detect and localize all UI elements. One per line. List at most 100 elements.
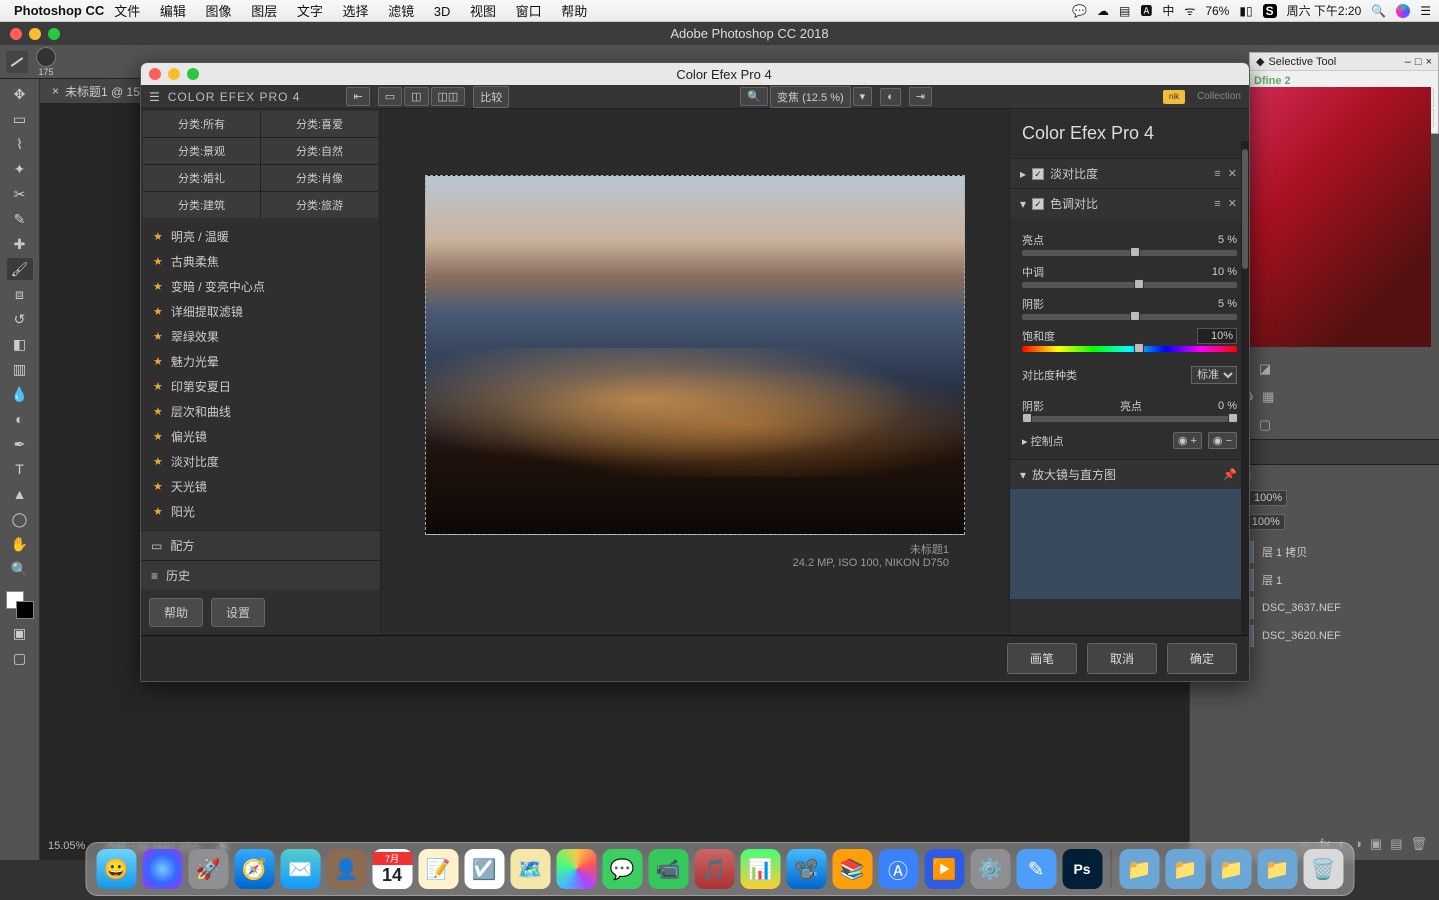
status-s-icon[interactable]: S [1263,4,1277,18]
menu-list-icon[interactable]: ☰ [1420,4,1431,18]
compare-button[interactable]: 比较 [473,86,509,108]
filter-item[interactable]: ★层次和曲线 [141,399,380,424]
star-icon[interactable]: ★ [153,405,163,418]
dock-launchpad[interactable]: 🚀 [188,849,228,889]
history-brush-tool[interactable]: ↺ [7,308,33,330]
type-tool[interactable]: T [7,458,33,480]
lasso-tool[interactable]: ⌇ [7,133,33,155]
hand-tool[interactable]: ✋ [7,533,33,555]
sync-icon[interactable]: ☁ [1097,4,1109,18]
fill-value[interactable]: 100% [1247,514,1285,530]
spotlight-icon[interactable]: 🔍 [1371,4,1386,18]
star-icon[interactable]: ★ [153,480,163,493]
dock-player[interactable]: ▶️ [924,849,964,889]
pin-icon[interactable]: 📌 [1223,469,1239,481]
menu-help[interactable]: 帮助 [561,4,587,19]
star-icon[interactable]: ★ [153,430,163,443]
screen-mode-tool[interactable]: ▢ [7,647,33,669]
crop-tool[interactable]: ✂ [7,183,33,205]
dock-calendar[interactable]: 7月14 [372,849,412,889]
marquee-tool[interactable]: ▭ [7,108,33,130]
wifi-icon[interactable]: ᯤ [1184,2,1195,19]
recipe-row[interactable]: ▭配方 [141,530,380,560]
menu-edit[interactable]: 编辑 [160,4,186,19]
dock-messages[interactable]: 💬 [602,849,642,889]
highlights-value[interactable]: 5 % [1218,234,1237,246]
filter-item[interactable]: ★明亮 / 温暖 [141,224,380,249]
view-single-icon[interactable]: ▭ [378,87,402,106]
cat-landscape[interactable]: 分类:景观 [143,138,260,164]
menu-file[interactable]: 文件 [114,4,140,19]
brush-tool-icon[interactable] [6,51,28,73]
dock-folder[interactable]: 📁 [1165,849,1205,889]
cat-nature[interactable]: 分类:自然 [261,138,378,164]
dock-prefs[interactable]: ⚙️ [970,849,1010,889]
zoom-dropdown-icon[interactable]: ▾ [853,87,873,106]
filter-item[interactable]: ★淡对比度 [141,449,380,474]
menu-layer[interactable]: 图层 [251,4,277,19]
trash-icon[interactable]: 🗑 [1410,836,1427,852]
app-name[interactable]: Photoshop CC [14,3,104,18]
filter-item[interactable]: ★阳光 [141,499,380,524]
view-split-icon[interactable]: ◫ [404,87,428,106]
midtones-value[interactable]: 10 % [1212,266,1237,278]
star-icon[interactable]: ★ [153,355,163,368]
dock-notes[interactable]: 📝 [418,849,458,889]
dock-maps[interactable]: 🗺️ [510,849,550,889]
menu-select[interactable]: 选择 [342,4,368,19]
zoom-button[interactable] [48,28,60,40]
bg-toggle-icon[interactable]: ◐ [880,88,901,106]
zoom-level[interactable]: 15.05% [48,840,85,856]
selective-tool-max-icon[interactable]: □ [1415,56,1422,68]
stamp-tool[interactable]: ⧈ [7,283,33,305]
close-button[interactable] [10,28,22,40]
help-button[interactable]: 帮助 [149,598,203,627]
dock-itunes[interactable]: 🎵 [694,849,734,889]
cat-portrait[interactable]: 分类:肖像 [261,165,378,191]
cefx-titlebar[interactable]: Color Efex Pro 4 [141,63,1249,85]
section-opts-icon[interactable]: ≡ [1214,168,1222,180]
dock-folder[interactable]: 📁 [1119,849,1159,889]
minimize-button[interactable] [29,28,41,40]
star-icon[interactable]: ★ [153,380,163,393]
cefx-zoom-button[interactable] [187,68,199,80]
gradient-tool[interactable]: ▥ [7,358,33,380]
blur-tool[interactable]: 💧 [7,383,33,405]
section-header-1[interactable]: ▸✓ 淡对比度 ≡ ✕ [1010,159,1249,188]
dock-books[interactable]: 📚 [832,849,872,889]
highlights-slider[interactable] [1022,250,1237,256]
brush-button[interactable]: 画笔 [1007,643,1077,674]
cefx-minimize-button[interactable] [168,68,180,80]
cat-travel[interactable]: 分类:旅游 [261,192,378,218]
star-icon[interactable]: ★ [153,280,163,293]
group-icon[interactable]: ▣ [1370,836,1382,852]
zoom-level[interactable]: 变焦 (12.5 %) [770,86,851,108]
dock-trash[interactable]: 🗑️ [1303,849,1343,889]
adjust-icon[interactable]: ◪ [1259,361,1271,377]
settings-button[interactable]: 设置 [211,598,265,627]
dock-mail[interactable]: ✉️ [280,849,320,889]
clock[interactable]: 周六 下午2:20 [1287,2,1362,19]
collapse-right-icon[interactable]: ⇥ [909,87,932,106]
pct0-value[interactable]: 0 % [1218,400,1237,412]
filter-item[interactable]: ★翠绿效果 [141,324,380,349]
dock-folder[interactable]: 📁 [1257,849,1297,889]
dodge-tool[interactable]: ◐ [7,408,33,430]
section-opts-icon[interactable]: ≡ [1214,198,1222,210]
quick-mask-tool[interactable]: ▣ [7,622,33,644]
selective-tool-close-icon[interactable]: × [1426,56,1432,68]
filter-item[interactable]: ★魅力光晕 [141,349,380,374]
dock-word[interactable]: ✎ [1016,849,1056,889]
cancel-button[interactable]: 取消 [1087,643,1157,674]
dock-photoshop[interactable]: Ps [1062,849,1102,889]
menu-view[interactable]: 视图 [470,4,496,19]
wechat-icon[interactable]: 💬 [1072,4,1087,18]
image-preview[interactable] [425,175,965,535]
menu-filter[interactable]: 滤镜 [388,4,414,19]
cefx-close-button[interactable] [149,68,161,80]
section-checkbox[interactable]: ✓ [1032,168,1044,180]
filter-item[interactable]: ★详细提取滤镜 [141,299,380,324]
shape-tool[interactable]: ◯ [7,508,33,530]
dock-keynote[interactable]: 📽️ [786,849,826,889]
tray-icon[interactable]: ▤ [1119,4,1130,18]
